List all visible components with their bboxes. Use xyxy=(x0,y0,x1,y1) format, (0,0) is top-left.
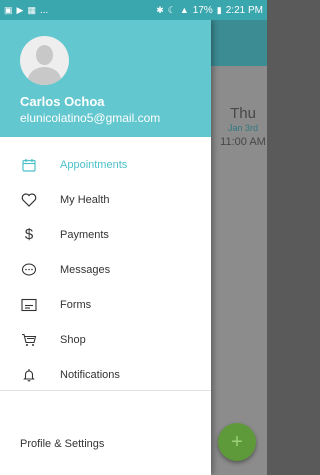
clock: 2:21 PM xyxy=(225,4,263,16)
menu-item-label: My Health xyxy=(60,193,110,206)
menu-item-forms[interactable]: Forms xyxy=(0,287,211,322)
avatar[interactable] xyxy=(20,36,69,85)
plus-icon: + xyxy=(231,430,243,453)
menu-item-notifications[interactable]: Notifications xyxy=(0,357,211,392)
navigation-drawer: Carlos Ochoa elunicolatino5@gmail.com Ap… xyxy=(0,20,211,475)
wifi-icon: ☾ xyxy=(167,4,176,15)
bell-icon xyxy=(20,366,38,384)
status-ellipsis: ... xyxy=(39,4,49,16)
drawer-header: Carlos Ochoa elunicolatino5@gmail.com xyxy=(0,20,211,137)
menu-item-messages[interactable]: Messages xyxy=(0,252,211,287)
image-icon: ▦ xyxy=(27,4,36,15)
menu-item-payments[interactable]: $ Payments xyxy=(0,217,211,252)
appointment-time: 11:00 AM xyxy=(220,136,266,148)
avatar-body xyxy=(28,67,61,85)
play-store-icon: ▶ xyxy=(16,4,24,15)
user-name: Carlos Ochoa xyxy=(20,94,105,109)
appointment-day-card: Thu Jan 3rd 11:00 AM xyxy=(219,105,267,148)
gallery-icon: ▣ xyxy=(4,4,13,15)
form-icon xyxy=(20,296,38,314)
menu-item-label: Notifications xyxy=(60,368,120,381)
status-bar: ▣ ▶ ▦ ... ✱ ☾ ▲ 17% ▮ 2:21 PM xyxy=(0,0,267,20)
cart-icon xyxy=(20,331,38,349)
calendar-icon xyxy=(20,156,38,174)
menu-item-label: Payments xyxy=(60,228,109,241)
user-email: elunicolatino5@gmail.com xyxy=(20,111,161,125)
add-fab-button[interactable]: + xyxy=(218,423,256,461)
appointment-date: Jan 3rd xyxy=(227,123,259,133)
avatar-head xyxy=(36,45,53,65)
menu-item-shop[interactable]: Shop xyxy=(0,322,211,357)
battery-percent: 17% xyxy=(192,4,213,16)
menu-item-label: Shop xyxy=(60,333,86,346)
menu-item-appointments[interactable]: Appointments xyxy=(0,147,211,182)
battery-icon: ▮ xyxy=(216,4,222,15)
menu-item-label: Messages xyxy=(60,263,111,276)
drawer-divider xyxy=(0,390,211,391)
menu-item-my-health[interactable]: My Health xyxy=(0,182,211,217)
appointment-day: Thu xyxy=(230,105,256,122)
bluetooth-icon: ✱ xyxy=(156,4,164,15)
profile-settings-link[interactable]: Profile & Settings xyxy=(20,438,104,450)
menu-item-label: Forms xyxy=(60,298,92,311)
dollar-icon: $ xyxy=(24,226,34,243)
heart-icon xyxy=(20,191,38,209)
menu-item-label: Appointments xyxy=(60,158,128,171)
signal-icon: ▲ xyxy=(179,5,189,15)
chat-bubble-icon xyxy=(20,261,38,279)
drawer-menu: Appointments My Health $ Payments Messag… xyxy=(0,147,211,392)
